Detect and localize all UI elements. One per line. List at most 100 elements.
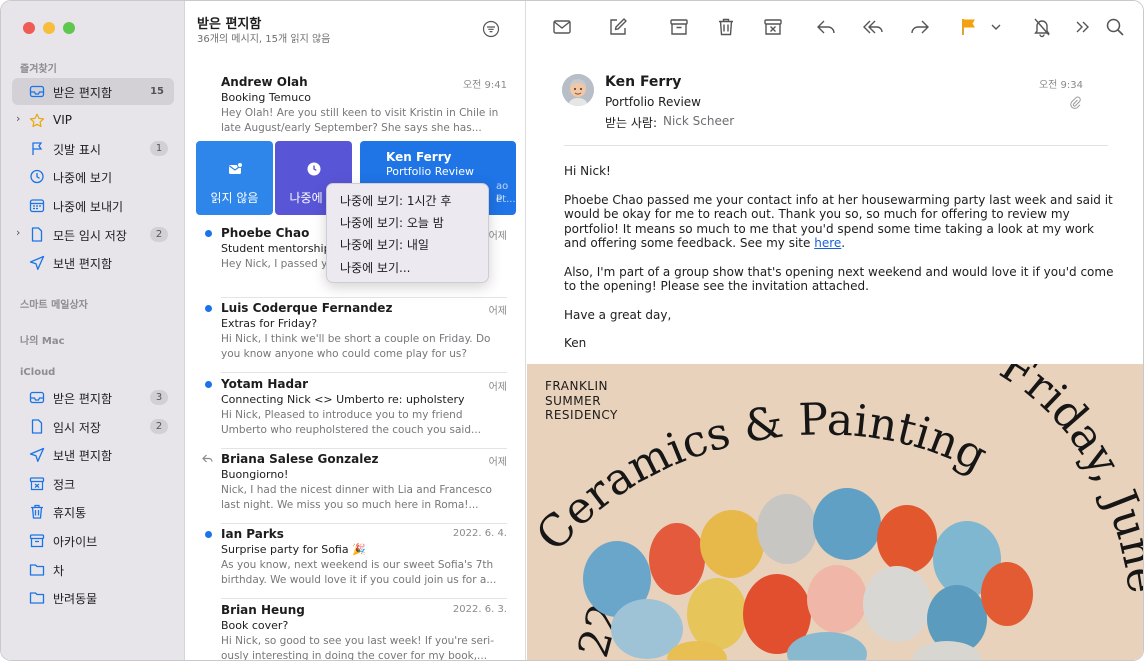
email-greeting: Hi Nick! (564, 164, 611, 178)
more-icon[interactable] (1072, 16, 1094, 38)
reply-all-icon[interactable] (862, 16, 884, 38)
sidebar-item-icloud-inbox[interactable]: 받은 편지함 3 (12, 384, 174, 411)
sidebar-item-archive[interactable]: 아카이브 (12, 527, 174, 554)
message-sender: Phoebe Chao (221, 226, 310, 240)
menu-item-remind-tonight[interactable]: 나중에 보기: 오늘 밤 (340, 214, 444, 231)
swipe-unread-label: 읽지 않음 (210, 191, 259, 205)
poster-date-text: Friday, June (991, 364, 1144, 597)
disclosure-chevron-icon[interactable]: › (16, 226, 20, 239)
sidebar-item-icloud-sent[interactable]: 보낸 편지함 (12, 441, 174, 468)
filter-icon[interactable] (482, 20, 500, 38)
sidebar-item-label: 보낸 편지함 (53, 257, 113, 271)
sidebar-item-icloud-drafts[interactable]: 임시 저장 2 (12, 413, 174, 440)
site-link[interactable]: here (814, 236, 841, 250)
unread-dot-icon (205, 230, 212, 237)
email-paragraph: Phoebe Chao passed me your contact info … (564, 193, 1114, 251)
disclosure-chevron-icon[interactable]: › (16, 112, 20, 125)
menu-item-remind-1-hour[interactable]: 나중에 보기: 1시간 후 (340, 192, 451, 209)
message-date: 어제 (488, 457, 507, 468)
flag-icon (32, 142, 43, 155)
recipient-name[interactable]: Nick Scheer (663, 114, 734, 128)
sidebar-item-send-later[interactable]: 나중에 보내기 (12, 192, 174, 219)
sidebar-item-label: 아카이브 (53, 535, 98, 549)
sidebar-item-label: 모든 임시 저장 (53, 229, 127, 243)
message-preview: As you know, next weekend is our sweet S… (221, 559, 497, 586)
section-on-my-mac[interactable]: 나의 Mac (20, 332, 65, 347)
sidebar-item-label: 정크 (53, 478, 76, 492)
menu-item-remind-tomorrow[interactable]: 나중에 보기: 내일 (340, 236, 429, 253)
trash-icon[interactable] (715, 16, 737, 38)
section-smart-mailboxes[interactable]: 스마트 메일상자 (20, 296, 88, 311)
row-divider (221, 598, 507, 599)
sidebar-item-junk[interactable]: 정크 (12, 470, 174, 497)
message-preview: Hi Nick, Pleased to introduce you to my … (221, 409, 482, 436)
sidebar-item-label: 받은 편지함 (53, 86, 113, 100)
inbox-icon (29, 391, 45, 404)
message-preview: Nick, I had the nicest dinner with Lia a… (221, 484, 492, 511)
sidebar-item-vip[interactable]: › VIP (12, 107, 174, 134)
message-date: 어제 (488, 382, 507, 393)
sidebar-item-all-drafts[interactable]: › 모든 임시 저장 2 (12, 221, 174, 248)
junk-icon (29, 477, 45, 491)
close-window-button[interactable] (23, 22, 35, 34)
unread-dot-icon (205, 531, 212, 538)
archive-icon (29, 534, 45, 548)
message-subject: Portfolio Review (386, 165, 474, 178)
sidebar-item-flagged[interactable]: 깃발 표시 1 (12, 135, 174, 162)
message-subject: Buongiorno! (221, 468, 289, 481)
message-preview: Hi Nick, I think we'll be short a couple… (221, 333, 491, 360)
count-badge: 2 (150, 227, 168, 242)
message-sender: Yotam Hadar (221, 377, 309, 391)
reading-pane: Ken Ferry Portfolio Review 받는 사람: Nick S… (527, 1, 1144, 660)
message-date: 2022. 6. 3. (452, 604, 507, 615)
section-favorites: 즐겨찾기 (20, 64, 57, 75)
swipe-unread-button[interactable]: 읽지 않음 (196, 141, 273, 215)
unread-count-badge: 15 (150, 86, 164, 97)
email-body: Hi Nick! Phoebe Chao passed me your cont… (564, 164, 1114, 365)
section-icloud[interactable]: iCloud (20, 367, 55, 378)
sidebar-item-label: 나중에 보내기 (53, 200, 124, 214)
paperclip-icon (1070, 96, 1081, 109)
clock-icon (307, 162, 320, 176)
sidebar-item-inbox[interactable]: 받은 편지함 15 (12, 78, 174, 105)
envelope-icon[interactable] (551, 16, 573, 38)
zoom-window-button[interactable] (63, 22, 75, 34)
invitation-poster-image[interactable]: FRANKLIN SUMMER RESIDENCY Ceramics & Pai… (527, 364, 1144, 660)
memoji-icon (562, 74, 594, 106)
message-preview-fragment: et... (496, 194, 516, 205)
bell-slash-icon[interactable] (1031, 16, 1053, 38)
header-divider (564, 145, 1108, 146)
mailbox-subtitle: 36개의 메시지, 15개 읽지 않음 (197, 34, 331, 45)
junk-icon[interactable] (762, 16, 784, 38)
email-date: 오전 9:34 (1038, 80, 1083, 91)
message-sender: Andrew Olah (221, 75, 308, 89)
message-subject: Book cover? (221, 619, 289, 632)
trash-icon (31, 504, 43, 519)
recipient-label: 받는 사람: (605, 116, 658, 130)
folder-icon (29, 564, 45, 576)
count-badge: 2 (150, 419, 168, 434)
sidebar: 즐겨찾기 받은 편지함 15 › VIP 깃발 표시 1 나중에 보기 나중에 … (1, 1, 185, 660)
compose-icon[interactable] (607, 16, 629, 38)
sidebar-item-label: 휴지통 (53, 506, 87, 520)
menu-item-remind-custom[interactable]: 나중에 보기... (340, 259, 410, 276)
message-sender: Ian Parks (221, 527, 284, 541)
message-date: 2022. 6. 4. (452, 528, 507, 539)
sidebar-item-folder-pets[interactable]: 반려동물 (12, 584, 174, 611)
message-list: 받은 편지함 36개의 메시지, 15개 읽지 않음 Andrew Olah 오… (186, 1, 526, 660)
sidebar-item-folder-car[interactable]: 차 (12, 556, 174, 583)
sidebar-item-trash[interactable]: 휴지통 (12, 498, 174, 525)
archive-icon[interactable] (668, 16, 690, 38)
minimize-window-button[interactable] (43, 22, 55, 34)
sidebar-item-remind-later[interactable]: 나중에 보기 (12, 163, 174, 190)
chevron-down-icon[interactable] (989, 16, 1003, 38)
sidebar-item-label: 차 (53, 564, 65, 578)
email-paragraph-end: . (841, 236, 846, 250)
reply-icon[interactable] (815, 16, 837, 38)
sidebar-item-sent[interactable]: 보낸 편지함 (12, 249, 174, 276)
document-icon (31, 227, 43, 242)
message-date: 어제 (488, 231, 507, 242)
search-icon[interactable] (1104, 16, 1126, 38)
forward-icon[interactable] (909, 16, 931, 38)
flag-icon[interactable] (958, 16, 980, 38)
